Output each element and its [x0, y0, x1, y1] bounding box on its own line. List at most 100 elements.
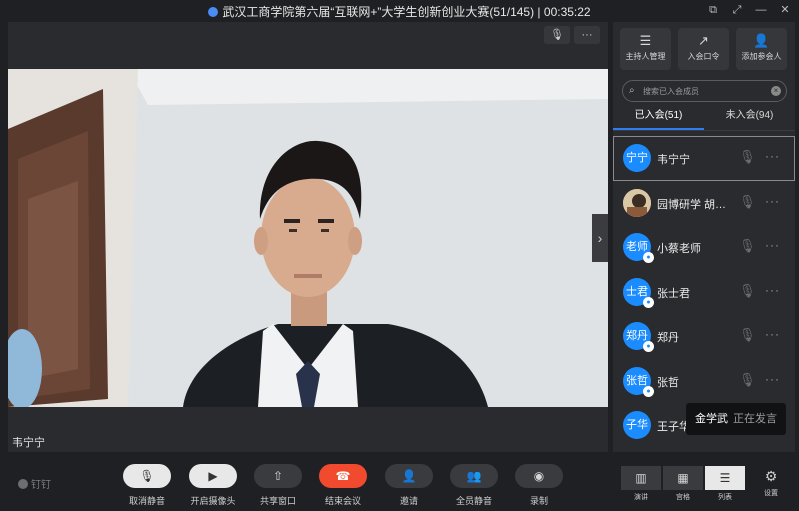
avatar-text: 士君 — [626, 285, 648, 298]
add-person-icon: 👤 — [753, 33, 770, 48]
unmute-label: 取消静音 — [128, 496, 165, 506]
participant-row[interactable]: 士君 ● 张士君 🎙 ··· — [613, 270, 795, 315]
grid-view-icon: ▦ — [677, 471, 689, 485]
share-window-label: 共享窗口 — [259, 496, 296, 506]
mic-badge-icon: ● — [643, 341, 654, 352]
list-view-button[interactable]: ☰ — [705, 466, 745, 490]
sliders-icon: ☰ — [639, 33, 652, 48]
mute-all-icon: 👥 — [450, 464, 498, 488]
stage-more-icon[interactable]: ··· — [574, 26, 600, 44]
list-view-icon: ☰ — [719, 471, 731, 485]
clear-search-icon[interactable]: × — [771, 86, 781, 96]
speaker-video-frame — [8, 69, 608, 407]
mic-badge-icon: ● — [643, 385, 654, 397]
avatar: 郑丹 ● — [623, 322, 654, 352]
more-icon[interactable]: ··· — [765, 283, 780, 297]
participant-name: 小蔡老师 — [657, 243, 701, 255]
share-window-button[interactable]: ⇧ 共享窗口 — [247, 464, 309, 507]
participant-name: 园博研学 胡… — [657, 198, 727, 211]
record-button[interactable]: ◉ 录制 — [508, 464, 570, 507]
avatar-text: 郑丹 — [626, 330, 648, 342]
invite-button[interactable]: 👤 邀请 — [378, 464, 440, 507]
member-search: ⌕ × — [622, 80, 787, 102]
grid-view-button[interactable]: ▦ — [663, 466, 703, 490]
camera-off-icon: ▶ — [189, 464, 237, 488]
avatar: 张哲 ● — [623, 366, 654, 397]
participant-row[interactable]: 老师 ● 小蔡老师 🎙 ··· — [613, 225, 795, 270]
stage-mic-icon[interactable]: 🎙 — [544, 26, 570, 44]
more-icon[interactable]: ··· — [765, 327, 780, 341]
avatar: 老师 ● — [623, 233, 654, 263]
mic-off-icon[interactable]: 🎙 — [739, 194, 756, 210]
participants-panel: ☰ 主持人管理 ↗ 入会口令 👤 添加参会人 ⌕ × 已入会(51) 未入会(9… — [613, 22, 795, 452]
mic-icon[interactable]: 🎙 — [739, 149, 756, 165]
speaking-name: 金学武 — [695, 413, 728, 425]
window-controls: ⧉ ⤢ — ✕ — [707, 3, 791, 17]
add-participant-button[interactable]: 👤 添加参会人 — [736, 28, 787, 70]
speaking-indicator: 金学武 正在发言 — [686, 403, 786, 435]
search-icon: ⌕ — [629, 85, 635, 96]
close-icon[interactable]: ✕ — [779, 3, 791, 17]
end-meeting-button[interactable]: ☎ 结束会议 — [312, 464, 374, 507]
invite-label: 邀请 — [399, 496, 418, 506]
camera-label: 开启摄像头 — [190, 496, 236, 506]
invite-icon: 👤 — [385, 464, 433, 488]
join-code-button[interactable]: ↗ 入会口令 — [678, 28, 729, 70]
tab-joined[interactable]: 已入会(51) — [613, 106, 704, 130]
fullscreen-icon[interactable]: ⤢ — [731, 3, 743, 17]
participant-row[interactable]: 园博研学 胡… 🎙 ··· — [613, 181, 795, 226]
mic-off-icon[interactable]: 🎙 — [739, 372, 756, 388]
minimize-icon[interactable]: — — [755, 3, 767, 17]
more-icon[interactable]: ··· — [765, 372, 780, 386]
speaker-view-icon: ▥ — [635, 471, 647, 485]
host-manage-button[interactable]: ☰ 主持人管理 — [620, 28, 671, 70]
settings-button[interactable]: ⚙ 设置 — [758, 468, 784, 498]
record-label: 录制 — [529, 496, 548, 506]
lock-icon — [208, 7, 219, 17]
mute-all-button[interactable]: 👥 全员静音 — [443, 464, 505, 507]
collapse-panel-handle[interactable]: › — [592, 214, 608, 262]
float-window-icon[interactable]: ⧉ — [707, 3, 719, 17]
avatar — [623, 188, 651, 217]
participant-name: 韦宁宁 — [657, 154, 690, 166]
member-search-input[interactable] — [643, 84, 771, 98]
speaker-view-button[interactable]: ▥ — [621, 466, 661, 490]
unmute-button[interactable]: 🎙 取消静音 — [116, 464, 178, 507]
grid-view-label: 宫格 — [676, 494, 690, 501]
tab-not-joined[interactable]: 未入会(94) — [704, 106, 795, 130]
avatar-text: 老师 — [626, 241, 648, 253]
share-screen-icon: ⇧ — [254, 464, 302, 488]
participant-list: 宁宁 韦宁宁 🎙 ··· 园博研学 胡… 🎙 ··· 老师 ● 小蔡老师 🎙 ··… — [613, 136, 795, 448]
meeting-timer: 00:35:22 — [543, 5, 591, 19]
camera-button[interactable]: ▶ 开启摄像头 — [182, 464, 244, 507]
speaker-video — [8, 69, 608, 407]
mic-badge-icon: ● — [643, 296, 654, 308]
window-title: 武汉工商学院第六届“互联网+”大学生创新创业大赛(51/145) | 00:35… — [0, 3, 799, 20]
participant-name: 郑丹 — [657, 332, 679, 344]
panel-action-buttons: ☰ 主持人管理 ↗ 入会口令 👤 添加参会人 — [620, 28, 787, 70]
mic-off-icon[interactable]: 🎙 — [739, 238, 756, 254]
title-bar: 武汉工商学院第六届“互联网+”大学生创新创业大赛(51/145) | 00:35… — [0, 0, 799, 22]
participant-row[interactable]: 张哲 ● 张哲 🎙 ··· — [613, 359, 795, 404]
more-icon[interactable]: ··· — [765, 149, 780, 163]
record-icon: ◉ — [515, 464, 563, 488]
settings-label: 设置 — [764, 490, 778, 497]
speaker-view-label: 演讲 — [634, 494, 648, 501]
participant-row[interactable]: 郑丹 ● 郑丹 🎙 ··· — [613, 314, 795, 359]
join-code-label: 入会口令 — [687, 52, 720, 61]
more-icon[interactable]: ··· — [765, 194, 780, 208]
brand: 钉钉 — [18, 476, 51, 491]
meeting-toolbar: 钉钉 🎙 取消静音 ▶ 开启摄像头 ⇧ 共享窗口 ☎ 结束会议 👤 邀请 👥 全… — [0, 452, 799, 511]
avatar-text: 张哲 — [626, 374, 648, 387]
meeting-title: 武汉工商学院第六届“互联网+”大学生创新创业大赛(51/145) — [222, 5, 535, 19]
avatar: 子华 — [623, 411, 651, 439]
speaker-name-label: 韦宁宁 — [12, 437, 45, 449]
avatar: 宁宁 — [623, 144, 651, 172]
mic-off-icon[interactable]: 🎙 — [739, 283, 756, 299]
mute-all-label: 全员静音 — [455, 496, 492, 506]
brand-name: 钉钉 — [31, 480, 51, 491]
more-icon[interactable]: ··· — [765, 238, 780, 252]
participant-row[interactable]: 宁宁 韦宁宁 🎙 ··· — [613, 136, 795, 181]
mic-off-icon[interactable]: 🎙 — [739, 327, 756, 343]
mic-badge-icon: ● — [643, 252, 654, 263]
